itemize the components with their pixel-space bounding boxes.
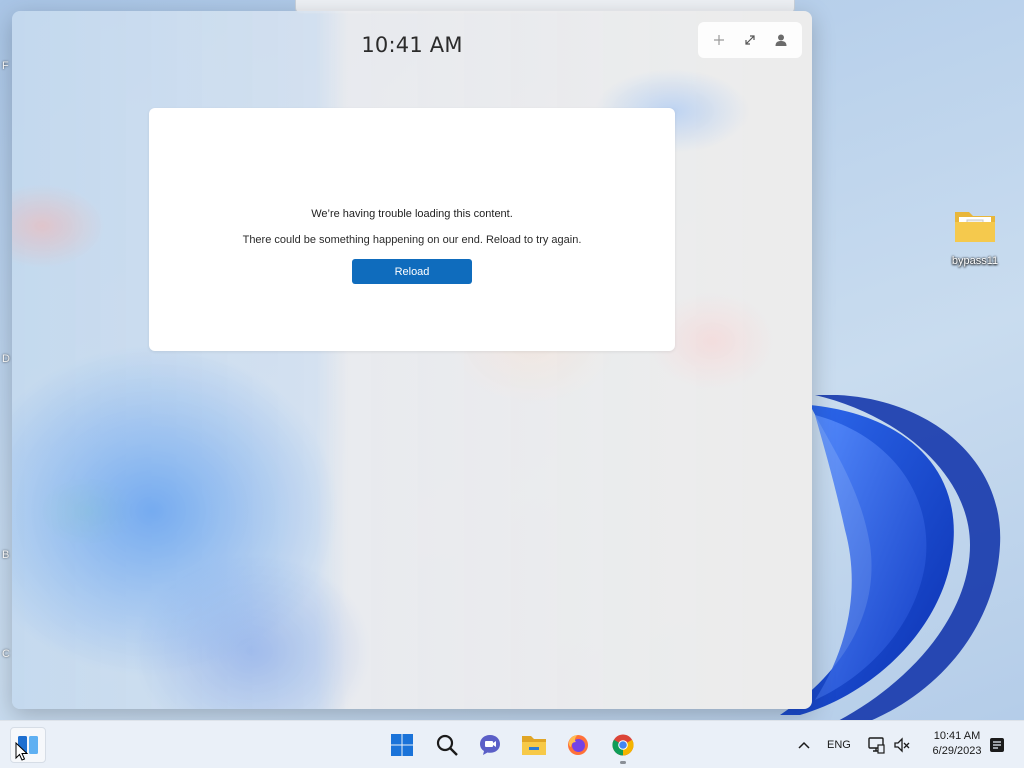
expand-icon[interactable] (738, 28, 762, 52)
chevron-up-icon (798, 741, 810, 749)
error-message: There could be something happening on ou… (242, 234, 582, 246)
widgets-board: 10:41 AM We’re having trouble loading th… (12, 11, 812, 709)
firefox-button[interactable] (562, 729, 594, 761)
start-button[interactable] (386, 729, 418, 761)
taskbar-date: 6/29/2023 (932, 745, 982, 757)
reload-button[interactable]: Reload (352, 259, 472, 284)
windows-logo-icon (391, 734, 413, 756)
chat-button[interactable] (474, 729, 506, 761)
chat-icon (480, 735, 500, 755)
language-indicator[interactable]: ENG (827, 739, 851, 751)
search-icon (436, 734, 458, 756)
plus-icon[interactable] (707, 28, 731, 52)
search-button[interactable] (431, 729, 463, 761)
taskbar-time: 10:41 AM (933, 730, 981, 742)
folder-icon (955, 212, 995, 242)
taskbar: ENG 10:41 AM 6/29/2023 (0, 720, 1024, 768)
desktop-icon-label: bypass11 (951, 255, 999, 267)
chrome-button[interactable] (607, 729, 639, 761)
firefox-icon (568, 735, 588, 755)
person-icon[interactable] (769, 28, 793, 52)
mouse-cursor-icon (15, 742, 29, 761)
tray-overflow-button[interactable] (789, 729, 819, 761)
error-title: We’re having trouble loading this conten… (311, 208, 513, 220)
error-card: We’re having trouble loading this conten… (149, 108, 675, 351)
file-explorer-button[interactable] (518, 729, 550, 761)
notification-button[interactable] (985, 729, 1009, 761)
volume-muted-icon (894, 737, 910, 753)
widgets-toolbar (698, 22, 802, 58)
taskbar-clock[interactable]: 10:41 AM 6/29/2023 (922, 729, 992, 759)
desktop-icon-bypass11[interactable]: bypass11 (942, 206, 1008, 267)
volume-button[interactable] (889, 729, 915, 761)
widgets-clock: 10:41 AM (361, 33, 463, 57)
chrome-icon (612, 734, 634, 756)
chrome-running-indicator (620, 761, 626, 764)
network-button[interactable] (862, 729, 890, 761)
notification-icon (990, 738, 1004, 752)
widgets-button[interactable] (10, 727, 46, 763)
network-icon (868, 737, 885, 754)
folder-icon (522, 736, 546, 755)
